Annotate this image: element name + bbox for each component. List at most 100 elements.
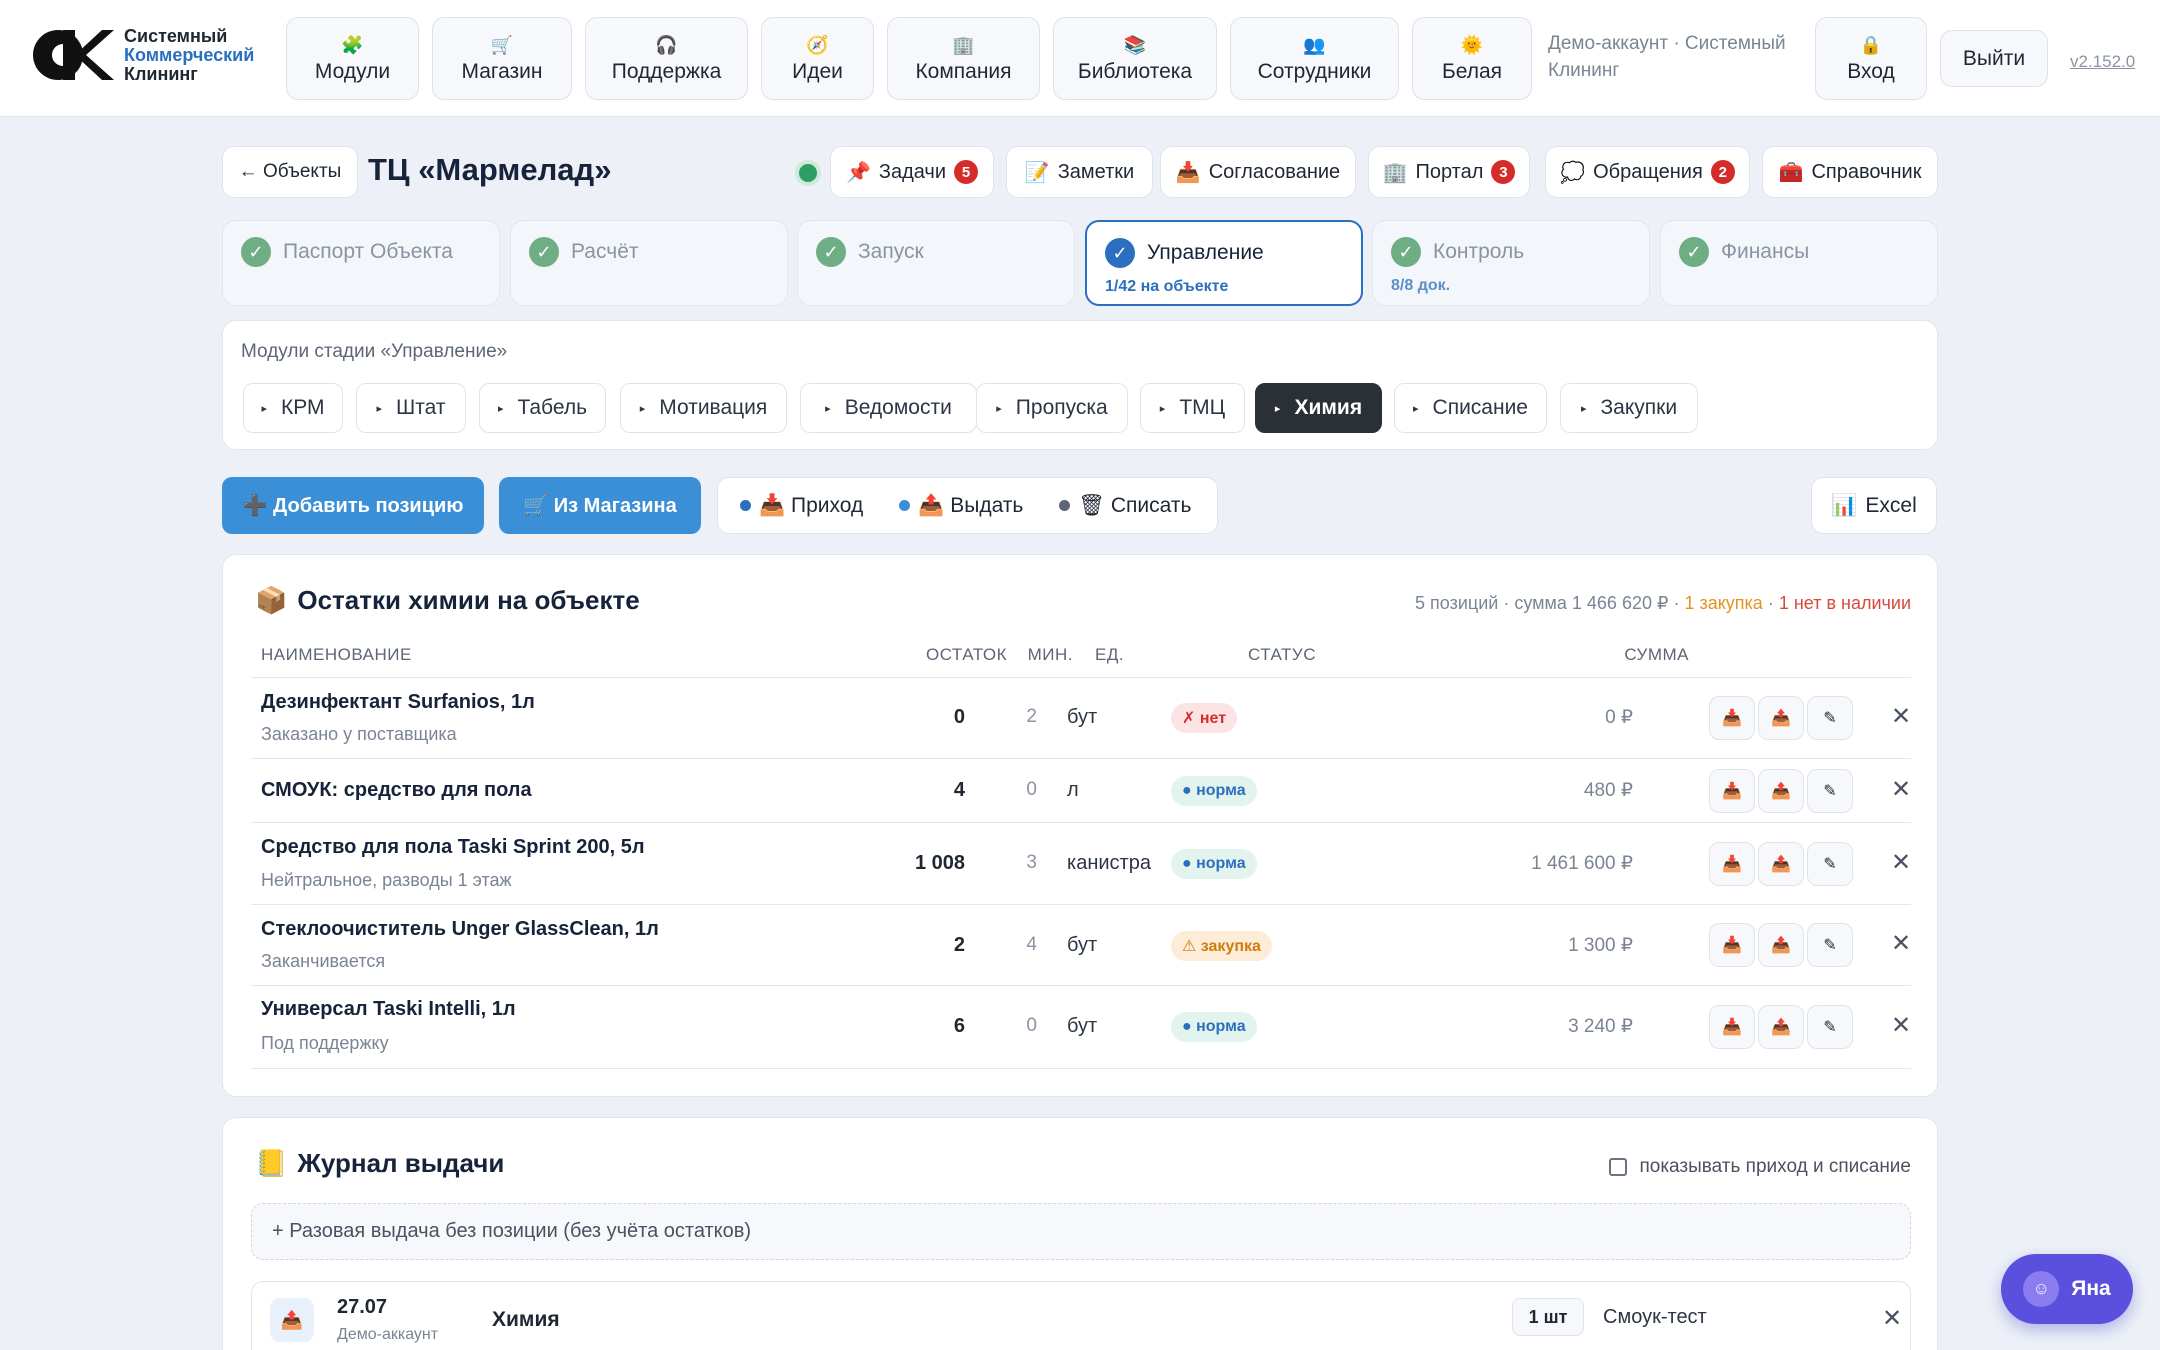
nav-modules-button[interactable]: 🧩 Модули (286, 17, 419, 100)
oneoff-issue-button[interactable]: + Разовая выдача без позиции (без учёта … (251, 1203, 1911, 1260)
module-purchases[interactable]: ▸ Закупки (1560, 383, 1698, 433)
nav-employees-button[interactable]: 👥 Сотрудники (1230, 17, 1399, 100)
reference-button[interactable]: 🧰 Справочник (1762, 146, 1938, 198)
login-button[interactable]: 🔒 Вход (1815, 17, 1927, 100)
pin-icon: 📌 (845, 161, 871, 184)
item-sum: 1 461 600 ₽ (1531, 853, 1633, 874)
module-statements[interactable]: ▸ Ведомости (800, 383, 977, 433)
issue-row-button[interactable]: 📤 (1758, 696, 1804, 740)
excel-export-button[interactable]: 📊 Excel (1811, 477, 1937, 534)
close-icon: ✕ (1891, 776, 1912, 803)
checkbox[interactable] (1609, 1158, 1628, 1176)
people-icon: 👥 (1303, 34, 1326, 55)
issue-row-button[interactable]: 📤 (1758, 842, 1804, 886)
stage-management[interactable]: ✓ Управление 1/42 на объекте (1085, 220, 1363, 306)
income-row-button[interactable]: 📥 (1709, 696, 1755, 740)
income-button[interactable]: 📥 Приход (740, 494, 863, 518)
headphones-icon: 🎧 (655, 34, 678, 55)
assistant-avatar-icon: ☺ (2023, 1271, 2060, 1307)
nav-company-button[interactable]: 🏢 Компания (887, 17, 1040, 100)
income-row-button[interactable]: 📥 (1709, 1005, 1755, 1049)
stage-progress: 8/8 док. (1391, 277, 1451, 294)
nav-label: Магазин (461, 59, 543, 83)
journal-title-text: Журнал выдачи (297, 1148, 505, 1178)
delete-row-button[interactable]: ✕ (1891, 702, 1911, 731)
requests-button[interactable]: 💭 Обращения 2 (1545, 146, 1750, 198)
logout-button[interactable]: Выйти (1940, 30, 2048, 87)
check-icon: ✓ (1391, 237, 1421, 267)
delete-row-button[interactable]: ✕ (1891, 1011, 1911, 1040)
module-writeoff[interactable]: ▸ Списание (1394, 383, 1547, 433)
edit-row-button[interactable]: ✎ (1807, 1005, 1853, 1049)
nav-theme-button[interactable]: 🌞 Белая (1412, 17, 1532, 100)
add-position-button[interactable]: ➕ Добавить позицию (222, 477, 484, 534)
back-to-objects-button[interactable]: ← Объекты (222, 146, 358, 198)
nav-label: Библиотека (1077, 59, 1193, 83)
module-timesheet[interactable]: ▸ Табель (479, 383, 606, 433)
table-row[interactable]: СМОУК: средство для пола 4 0 л ● норма 4… (251, 758, 1911, 822)
notes-button[interactable]: 📝 Заметки (1006, 146, 1153, 198)
version-link[interactable]: v2.152.0 (2070, 52, 2135, 72)
table-row[interactable]: Стеклоочиститель Unger GlassClean, 1л За… (251, 904, 1911, 985)
stock-summary: 5 позиций · сумма 1 466 620 ₽ · 1 закупк… (1415, 593, 1911, 613)
pencil-icon: ✎ (1823, 856, 1837, 873)
nav-shop-button[interactable]: 🛒 Магазин (432, 17, 572, 100)
table-row[interactable]: Дезинфектант Surfanios, 1л Заказано у по… (251, 677, 1911, 758)
issue-row-button[interactable]: 📤 (1758, 769, 1804, 813)
module-passes[interactable]: ▸ Пропуска (976, 383, 1128, 433)
writeoff-dot (1059, 500, 1071, 511)
item-note: Заканчивается (261, 951, 386, 971)
stage-launch[interactable]: ✓ Запуск (797, 220, 1075, 306)
issue-row-button[interactable]: 📤 (1758, 923, 1804, 967)
module-chemistry[interactable]: ▸ Химия (1255, 383, 1382, 433)
item-unit: бут (1067, 1015, 1098, 1037)
tasks-button[interactable]: 📌 Задачи 5 (830, 146, 994, 198)
item-name: Дезинфектант Surfanios, 1л (261, 691, 535, 713)
inbox-icon: 📥 (1175, 161, 1201, 184)
item-sum: 1 300 ₽ (1568, 935, 1633, 956)
stage-calculation[interactable]: ✓ Расчёт (510, 220, 788, 306)
delete-entry-button[interactable]: ✕ (1882, 1304, 1902, 1333)
delete-row-button[interactable]: ✕ (1891, 775, 1911, 804)
nav-support-button[interactable]: 🎧 Поддержка (585, 17, 748, 100)
from-shop-button[interactable]: 🛒 Из Магазина (499, 477, 701, 534)
module-motivation[interactable]: ▸ Мотивация (620, 383, 787, 433)
issue-row-button[interactable]: 📤 (1758, 1005, 1804, 1049)
table-row[interactable]: Средство для пола Taski Sprint 200, 5л Н… (251, 822, 1911, 904)
table-row[interactable]: Универсал Taski Intelli, 1л Под поддержк… (251, 985, 1911, 1069)
issue-button[interactable]: 📤 Выдать (899, 494, 1023, 518)
show-income-writeoff-toggle[interactable]: показывать приход и списание (1609, 1156, 1911, 1178)
income-row-button[interactable]: 📥 (1709, 923, 1755, 967)
stage-passport[interactable]: ✓ Паспорт Объекта (222, 220, 500, 306)
portal-button[interactable]: 🏢 Портал 3 (1368, 146, 1530, 198)
edit-row-button[interactable]: ✎ (1807, 923, 1853, 967)
close-icon: ✕ (1891, 849, 1912, 876)
stage-label: Запуск (858, 240, 924, 263)
check-icon: ✓ (529, 237, 559, 267)
edit-row-button[interactable]: ✎ (1807, 769, 1853, 813)
stage-control[interactable]: ✓ Контроль 8/8 док. (1372, 220, 1650, 306)
nav-ideas-button[interactable]: 🧭 Идеи (761, 17, 874, 100)
item-sum: 3 240 ₽ (1568, 1016, 1633, 1037)
logo[interactable]: Системный Коммерческий Клининг (30, 26, 254, 84)
approval-button[interactable]: 📥 Согласование (1160, 146, 1356, 198)
edit-row-button[interactable]: ✎ (1807, 842, 1853, 886)
module-tmc[interactable]: ▸ ТМЦ (1140, 383, 1245, 433)
income-row-button[interactable]: 📥 (1709, 769, 1755, 813)
delete-row-button[interactable]: ✕ (1891, 848, 1911, 877)
edit-row-button[interactable]: ✎ (1807, 696, 1853, 740)
nav-library-button[interactable]: 📚 Библиотека (1053, 17, 1217, 100)
writeoff-button[interactable]: 🗑 Списать (1059, 494, 1191, 518)
entry-user: Демо-аккаунт (337, 1326, 439, 1343)
delete-row-button[interactable]: ✕ (1891, 929, 1911, 958)
stage-finance[interactable]: ✓ Финансы (1660, 220, 1938, 306)
module-krm[interactable]: ▸ КРМ (243, 383, 343, 433)
journal-entry[interactable]: 📤 27.07 Демо-аккаунт Химия 1 шт Смоук-те… (251, 1281, 1911, 1350)
assistant-button[interactable]: ☺ Яна (2001, 1254, 2133, 1324)
pencil-icon: ✎ (1823, 710, 1837, 727)
income-row-button[interactable]: 📥 (1709, 842, 1755, 886)
tasks-label: Задачи (878, 160, 947, 183)
item-sum: 480 ₽ (1583, 780, 1633, 801)
module-staff[interactable]: ▸ Штат (356, 383, 466, 433)
status-badge: ● норма (1171, 1012, 1257, 1042)
